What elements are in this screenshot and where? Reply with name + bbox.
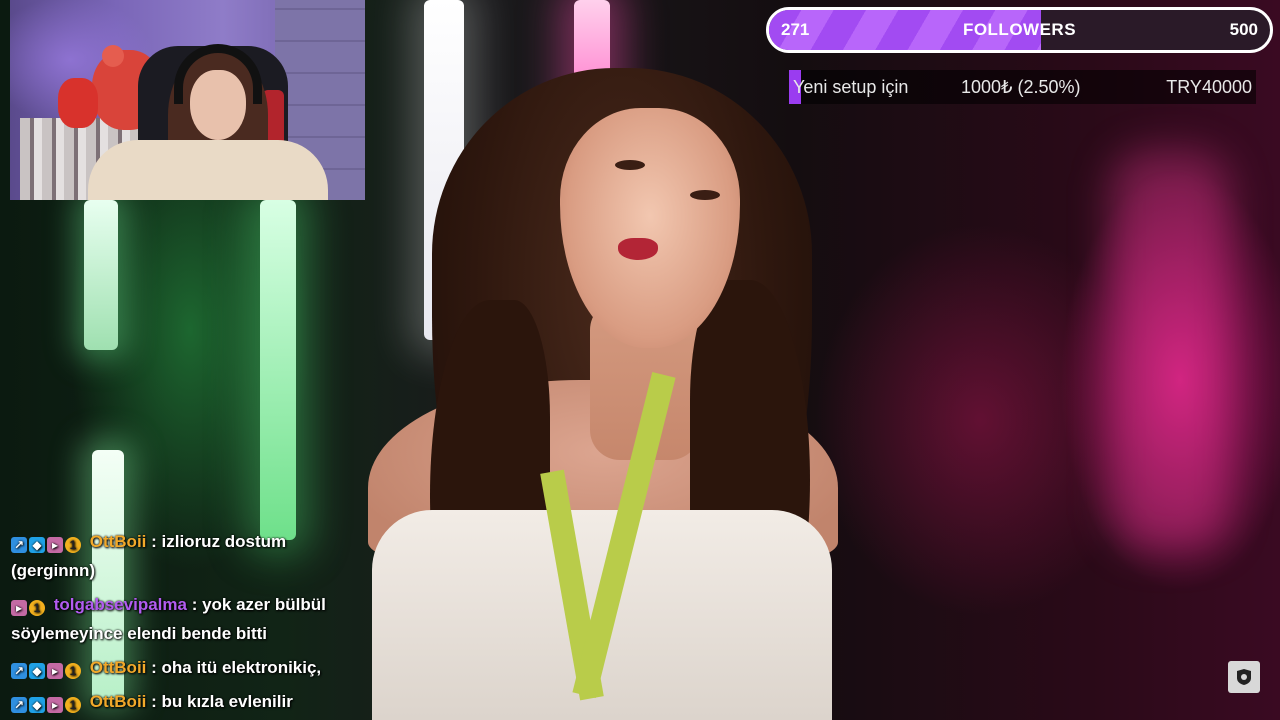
person-eye bbox=[615, 160, 645, 170]
chat-overlay: ↗ ◆ ▸ 1 OttBoii : izlioruz dostum (gerginnn… bbox=[11, 527, 361, 720]
prime-icon: ↗ bbox=[11, 697, 27, 713]
sub-icon: ▸ bbox=[11, 600, 27, 616]
donation-goal-target: TRY40000 bbox=[1166, 77, 1252, 97]
chat-username[interactable]: OttBoii bbox=[90, 658, 147, 677]
chat-username[interactable]: tolgabsevipalma bbox=[54, 595, 187, 614]
bits-icon: 1 bbox=[65, 537, 81, 553]
chat-message: ▸ 1 tolgabsevipalma : yok azer bülbül söy… bbox=[11, 590, 361, 648]
donation-goal-title: Yeni setup için bbox=[793, 77, 909, 97]
followers-label: FOLLOWERS bbox=[962, 20, 1077, 39]
shield-logo-icon[interactable] bbox=[1228, 661, 1260, 693]
person-eye bbox=[690, 190, 720, 200]
bits-icon: 1 bbox=[65, 697, 81, 713]
webcam-teddy-bear-ear bbox=[102, 45, 124, 67]
cube-icon: ◆ bbox=[29, 697, 45, 713]
prime-icon: ↗ bbox=[11, 663, 27, 679]
donation-goal-bar: Yeni setup için 1000₺ (2.50%) TRY40000 bbox=[789, 70, 1256, 104]
chat-text: : bu kızla evlenilir bbox=[151, 692, 293, 711]
chat-message: ↗ ◆ ▸ 1 OttBoii : bu kızla evlenilir bbox=[11, 687, 361, 716]
webcam-santa-plush bbox=[58, 78, 98, 128]
followers-goal-count: 500 bbox=[1229, 20, 1258, 39]
bits-icon: 1 bbox=[29, 600, 45, 616]
prime-icon: ↗ bbox=[11, 537, 27, 553]
cube-icon: ◆ bbox=[29, 537, 45, 553]
chat-message: ↗ ◆ ▸ 1 OttBoii : izlioruz dostum (gerginnn… bbox=[11, 527, 361, 585]
chat-username[interactable]: OttBoii bbox=[90, 532, 147, 551]
green-light-tube bbox=[84, 200, 118, 350]
pink-light-glow bbox=[1110, 150, 1230, 550]
donation-goal-amount: 1000₺ (2.50%) bbox=[961, 77, 1081, 97]
chat-text: : oha itü elektronikiç, bbox=[151, 658, 322, 677]
bits-icon: 1 bbox=[65, 663, 81, 679]
person-mouth bbox=[618, 238, 658, 260]
chat-message: ↗ ◆ ▸ 1 OttBoii : oha itü elektronikiç, bbox=[11, 653, 361, 682]
streamer-webcam bbox=[10, 0, 365, 200]
chat-username[interactable]: OttBoii bbox=[90, 692, 147, 711]
webcam-streamer-sweater bbox=[88, 140, 328, 200]
followers-current-count: 271 bbox=[781, 20, 810, 39]
sub-icon: ▸ bbox=[47, 537, 63, 553]
green-light-tube bbox=[260, 200, 296, 540]
followers-goal-bar: FOLLOWERS 271 500 bbox=[766, 7, 1273, 53]
cube-icon: ◆ bbox=[29, 663, 45, 679]
sub-icon: ▸ bbox=[47, 697, 63, 713]
sub-icon: ▸ bbox=[47, 663, 63, 679]
